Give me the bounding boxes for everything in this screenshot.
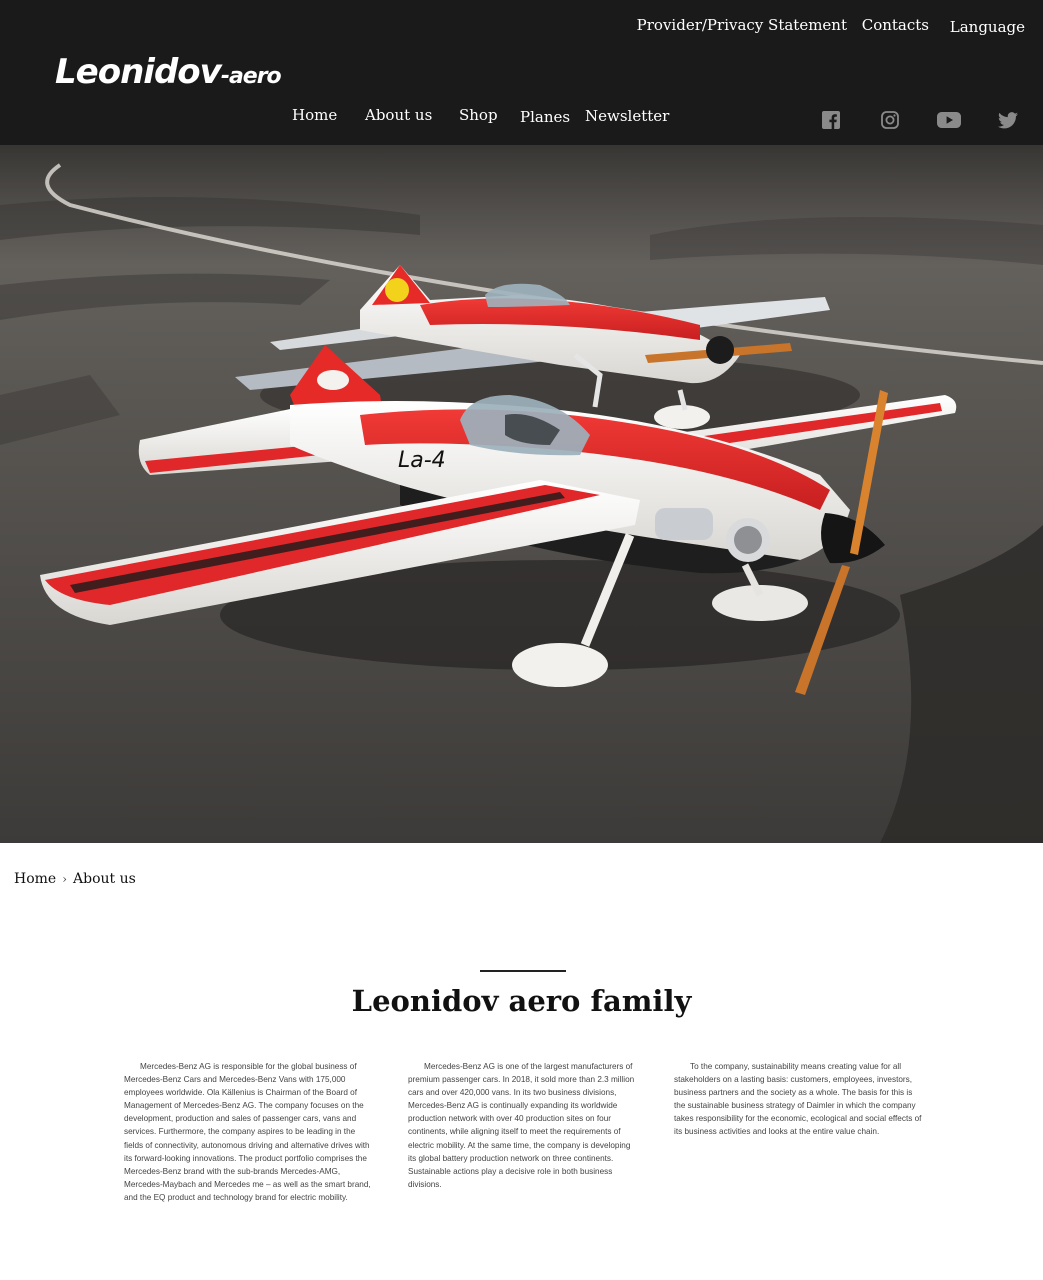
logo-sub-text: -aero xyxy=(220,64,282,89)
site-logo[interactable]: Leonidov-aero xyxy=(55,52,282,92)
contacts-link[interactable]: Contacts xyxy=(862,16,929,34)
chevron-right-icon: › xyxy=(62,872,68,886)
facebook-icon[interactable] xyxy=(820,109,842,131)
text-column-1: Mercedes-Benz AG is responsible for the … xyxy=(124,1062,371,1202)
title-divider xyxy=(480,970,566,972)
youtube-icon[interactable] xyxy=(937,109,961,131)
privacy-statement-link[interactable]: Provider/Privacy Statement xyxy=(637,16,847,34)
breadcrumb: Home › About us xyxy=(14,871,136,887)
social-links xyxy=(0,109,1043,133)
logo-main-text: Leonidov xyxy=(55,52,222,92)
fuselage-marking: La-4 xyxy=(398,448,446,473)
site-header: Provider/Privacy Statement Contacts Lang… xyxy=(0,0,1043,145)
instagram-icon[interactable] xyxy=(879,109,901,131)
language-selector[interactable]: Language xyxy=(950,18,1025,36)
airplanes-photo: La-4 xyxy=(0,145,1043,843)
twitter-icon[interactable] xyxy=(997,109,1019,131)
breadcrumb-current: About us xyxy=(73,871,136,887)
text-column-2: Mercedes-Benz AG is one of the largest m… xyxy=(408,1062,635,1189)
text-column-3: To the company, sustainability means cre… xyxy=(674,1062,922,1137)
page-title: Leonidov aero family xyxy=(351,984,692,1018)
breadcrumb-home[interactable]: Home xyxy=(14,871,56,887)
hero-image: La-4 xyxy=(0,145,1043,843)
